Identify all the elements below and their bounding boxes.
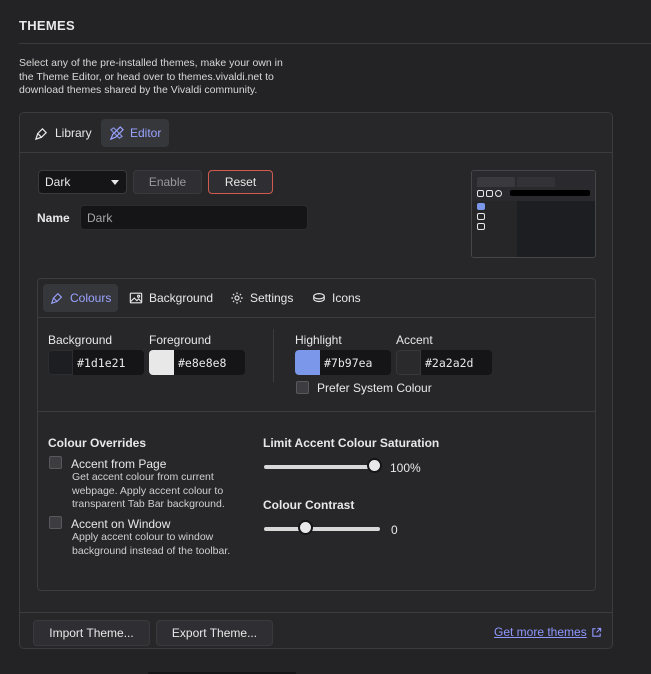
gear-icon (231, 292, 243, 304)
tab-icons-label: Icons (332, 291, 361, 305)
section-divider (19, 43, 651, 44)
tab-colours[interactable]: Colours (43, 284, 119, 312)
colour-group-divider (273, 329, 274, 382)
contrast-title: Colour Contrast (263, 498, 355, 512)
highlight-colour-field[interactable]: #7b97ea (295, 350, 391, 375)
accent-from-page-label: Accent from Page (71, 457, 167, 471)
pencil-ruler-icon (109, 125, 124, 140)
foreground-colour-label: Foreground (149, 333, 212, 347)
name-input[interactable]: Dark (80, 205, 308, 230)
tab-icons[interactable]: Icons (305, 284, 368, 312)
tab-background-label: Background (149, 291, 214, 305)
foreground-colour-value: #e8e8e8 (178, 355, 227, 370)
preview-panel-button (477, 203, 485, 210)
preview-button (477, 190, 484, 197)
highlight-colour-value: #7b97ea (324, 355, 373, 370)
preview-button (495, 190, 502, 197)
preview-panel-button (477, 213, 485, 220)
image-icon (129, 292, 143, 304)
highlight-colour-label: Highlight (295, 333, 342, 347)
foreground-colour-field[interactable]: #e8e8e8 (149, 350, 245, 375)
panel-tab-bar: Library Editor (20, 113, 612, 153)
brush-icon (50, 292, 63, 305)
accent-colour-value: #2a2a2d (425, 355, 474, 370)
theme-select-value: Dark (45, 175, 71, 189)
tab-editor-label: Editor (130, 126, 162, 140)
external-link-icon (591, 627, 601, 637)
icons-stack-icon (313, 293, 325, 303)
section-title: THEMES (19, 18, 75, 33)
theme-select[interactable]: Dark (38, 170, 127, 194)
tab-settings-label: Settings (250, 291, 294, 305)
export-theme-button[interactable]: Export Theme... (156, 620, 273, 646)
background-colour-field[interactable]: #1d1e21 (48, 350, 144, 375)
background-colour-value: #1d1e21 (77, 355, 126, 370)
contrast-value: 0 (391, 523, 398, 537)
theme-preview (471, 170, 596, 258)
prefer-system-colour-label: Prefer System Colour (317, 381, 432, 395)
tab-library-label: Library (55, 126, 92, 140)
highlight-colour-chip[interactable] (295, 350, 320, 375)
get-more-themes-link[interactable]: Get more themes (494, 625, 602, 639)
saturation-slider-track[interactable] (264, 465, 374, 469)
accent-from-page-checkbox[interactable] (49, 456, 62, 469)
themes-panel: Library Editor Dark Enable Reset Name Da… (19, 112, 613, 649)
prefer-system-colour-checkbox[interactable] (296, 381, 309, 394)
accent-from-page-description: Get accent colour from current webpage. … (72, 471, 225, 510)
tab-library[interactable]: Library (26, 119, 100, 147)
section-divider (38, 411, 595, 412)
contrast-slider-thumb[interactable] (298, 520, 314, 535)
tab-settings[interactable]: Settings (223, 284, 300, 312)
contrast-slider-track[interactable] (264, 527, 380, 531)
accent-on-window-description: Apply accent colour to window background… (72, 531, 231, 557)
tab-background[interactable]: Background (122, 284, 220, 312)
editor-tab-bar: Colours Background Settings Icons (38, 279, 595, 318)
editor-settings-box: Colours Background Settings Icons Backgr… (37, 278, 596, 591)
accent-colour-label: Accent (396, 333, 433, 347)
tab-editor[interactable]: Editor (101, 119, 170, 147)
accent-colour-chip[interactable] (396, 350, 421, 375)
background-colour-label: Background (48, 333, 113, 347)
saturation-title: Limit Accent Colour Saturation (263, 436, 440, 450)
brush-icon (34, 127, 48, 140)
reset-button[interactable]: Reset (208, 170, 273, 194)
saturation-value: 100% (390, 461, 421, 475)
accent-colour-field[interactable]: #2a2a2d (396, 350, 492, 375)
preview-button (486, 190, 493, 197)
chevron-down-icon (111, 180, 119, 185)
preview-address-bar (510, 190, 590, 196)
accent-on-window-label: Accent on Window (71, 517, 171, 531)
saturation-slider-thumb[interactable] (366, 458, 382, 473)
background-colour-chip[interactable] (48, 350, 73, 375)
import-theme-button[interactable]: Import Theme... (33, 620, 150, 646)
get-more-themes-label: Get more themes (494, 625, 587, 639)
preview-tab (517, 177, 555, 187)
tab-colours-label: Colours (70, 291, 112, 305)
foreground-colour-chip[interactable] (149, 350, 174, 375)
preview-tab (477, 177, 515, 187)
accent-on-window-checkbox[interactable] (49, 516, 62, 529)
intro-text: Select any of the pre-installed themes, … (19, 57, 283, 96)
name-label: Name (37, 211, 70, 225)
preview-panel-button (477, 223, 485, 230)
footer-divider (20, 612, 612, 613)
enable-button[interactable]: Enable (133, 170, 202, 194)
colour-overrides-title: Colour Overrides (48, 436, 147, 450)
